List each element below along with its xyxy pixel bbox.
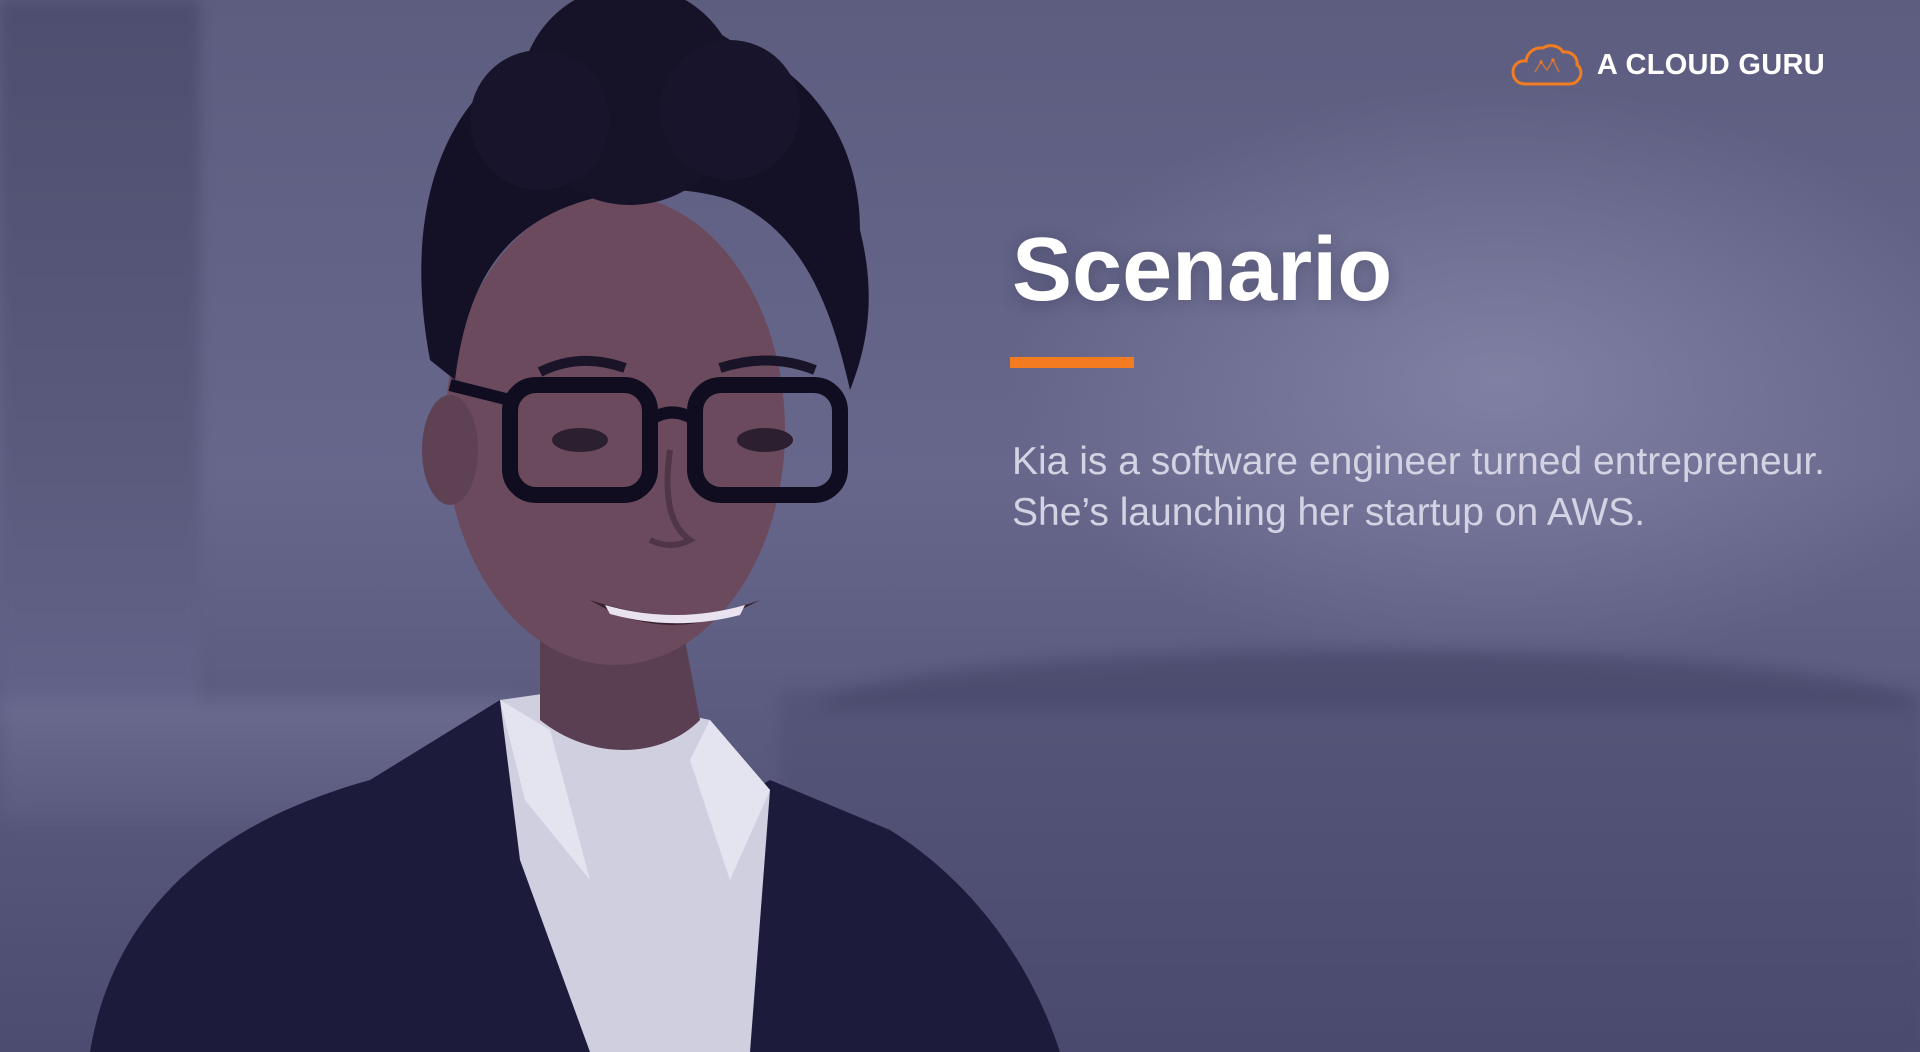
slide-content: Scenario Kia is a software engineer turn… bbox=[1010, 220, 1862, 538]
slide-title: Scenario bbox=[1012, 220, 1393, 320]
accent-bar bbox=[1010, 357, 1134, 368]
ear-left bbox=[422, 395, 478, 505]
brand-name: A CLOUD GURU bbox=[1596, 48, 1825, 81]
face-shape bbox=[445, 195, 785, 665]
slide: A CLOUD GURU Scenario Kia is a software … bbox=[0, 0, 1920, 1052]
cloud-logo-icon bbox=[1511, 44, 1583, 86]
slide-body-text: Kia is a software engineer turned entrep… bbox=[1012, 440, 1826, 534]
brand-logo[interactable]: A CLOUD GURU bbox=[1511, 42, 1825, 88]
portrait-photo bbox=[90, 0, 1060, 1052]
